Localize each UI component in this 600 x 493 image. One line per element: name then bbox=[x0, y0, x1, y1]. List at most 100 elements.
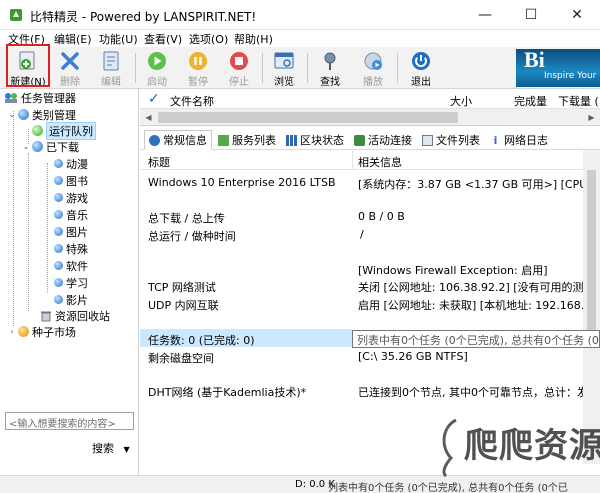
tab-general-info-label: 常规信息 bbox=[163, 134, 207, 147]
tree-guide-line bbox=[28, 153, 29, 311]
tab-block-status-label: 区块状态 bbox=[300, 134, 344, 147]
edit-button[interactable]: 编辑 bbox=[92, 48, 130, 88]
tree-child-item[interactable]: 学习 bbox=[54, 274, 88, 291]
toolbar-separator bbox=[307, 53, 308, 83]
column-size[interactable]: 大小 bbox=[450, 93, 472, 109]
tree-child-label: 特殊 bbox=[66, 242, 88, 256]
info-icon bbox=[149, 134, 160, 146]
edit-document-icon bbox=[103, 51, 119, 71]
power-icon bbox=[412, 52, 430, 70]
start-button[interactable]: 启动 bbox=[138, 48, 176, 88]
collapse-chevron-icon[interactable]: ⌄ bbox=[22, 142, 30, 151]
tab-file-list[interactable]: 文件列表 bbox=[422, 130, 480, 150]
column-completed[interactable]: 完成量 bbox=[514, 93, 547, 109]
menu-view[interactable]: 查看(V) bbox=[144, 31, 182, 47]
column-file-name[interactable]: 文件名称 bbox=[170, 93, 214, 109]
checkmark-icon[interactable]: ✓ bbox=[148, 91, 160, 107]
menu-help[interactable]: 帮助(H) bbox=[234, 31, 273, 47]
tree-market[interactable]: › 种子市场 bbox=[8, 323, 76, 340]
search-input[interactable]: <输入想要搜索的内容> bbox=[5, 412, 134, 430]
info-row-label: TCP 网络测试 bbox=[148, 281, 216, 294]
menu-edit[interactable]: 编辑(E) bbox=[54, 31, 92, 47]
search-button[interactable]: 搜索 ▼ bbox=[92, 440, 130, 456]
play-circle-icon bbox=[148, 52, 166, 70]
tab-block-status[interactable]: 区块状态 bbox=[286, 130, 344, 150]
log-info-icon: i bbox=[493, 133, 498, 147]
expand-chevron-icon[interactable]: › bbox=[8, 327, 16, 336]
info-row-label: 任务数: 0 (已完成: 0) bbox=[148, 334, 255, 347]
maximize-button[interactable]: ☐ bbox=[508, 0, 554, 30]
folder-dot-icon bbox=[54, 278, 63, 287]
pause-button[interactable]: 暂停 bbox=[179, 48, 217, 88]
info-row-value: [C:\ 35.26 GB NTFS] bbox=[358, 350, 468, 363]
service-icon bbox=[218, 134, 229, 146]
vertical-scroll-thumb[interactable] bbox=[587, 170, 596, 330]
tree-child-item[interactable]: 游戏 bbox=[54, 189, 88, 206]
column-downloaded[interactable]: 下载量 ( bbox=[558, 93, 599, 109]
tab-active-connections[interactable]: 活动连接 bbox=[354, 130, 412, 150]
menu-function[interactable]: 功能(U) bbox=[99, 31, 138, 47]
scroll-thumb[interactable] bbox=[158, 112, 458, 123]
tree-queue[interactable]: 运行队列 bbox=[32, 121, 96, 140]
exit-button[interactable]: 退出 bbox=[402, 48, 440, 88]
stop-button-label: 停止 bbox=[229, 77, 249, 88]
browse-window-icon bbox=[274, 52, 294, 69]
info-table-header: 标题 相关信息 bbox=[140, 151, 600, 170]
header-title[interactable]: 标题 bbox=[148, 154, 170, 170]
banner-title: Bi bbox=[524, 49, 545, 72]
stop-button[interactable]: 停止 bbox=[220, 48, 258, 88]
tab-file-list-label: 文件列表 bbox=[436, 134, 480, 147]
info-panel-scrollbar[interactable] bbox=[583, 150, 600, 464]
market-icon bbox=[18, 326, 29, 337]
tab-general-info[interactable]: 常规信息 bbox=[144, 130, 212, 150]
header-related-info[interactable]: 相关信息 bbox=[358, 154, 402, 170]
info-row-value: 关闭 [公网地址: 106.38.92.2] [没有可用的测试服务器 bbox=[358, 281, 600, 294]
tree-child-item[interactable]: 动漫 bbox=[54, 155, 88, 172]
tree-child-item[interactable]: 软件 bbox=[54, 257, 88, 274]
tree-recycle[interactable]: 资源回收站 bbox=[40, 307, 110, 324]
scroll-right-icon[interactable]: ▶ bbox=[583, 109, 600, 126]
close-button[interactable]: ✕ bbox=[554, 0, 600, 30]
folder-dot-icon bbox=[54, 295, 63, 304]
delete-button[interactable]: 删除 bbox=[51, 48, 89, 88]
tree-child-label: 音乐 bbox=[66, 208, 88, 222]
tree-child-item[interactable]: 特殊 bbox=[54, 240, 88, 257]
tree-child-label: 游戏 bbox=[66, 191, 88, 205]
tree-root[interactable]: 任务管理器 bbox=[4, 89, 76, 106]
ad-banner[interactable]: Bi Inspire Your bbox=[516, 49, 600, 87]
browse-button[interactable]: 浏览 bbox=[265, 48, 303, 88]
scroll-left-icon[interactable]: ◀ bbox=[140, 109, 157, 126]
menu-options[interactable]: 选项(O) bbox=[189, 31, 228, 47]
recycle-bin-icon bbox=[41, 311, 51, 321]
tree-child-item[interactable]: 影片 bbox=[54, 291, 88, 308]
title-bar: 比特精灵 - Powered by LANSPIRIT.NET! — ☐ ✕ bbox=[0, 0, 600, 30]
category-icon bbox=[18, 109, 29, 120]
tree-child-label: 影片 bbox=[66, 293, 88, 307]
toolbar-separator bbox=[135, 53, 136, 83]
tab-network-log-label: 网络日志 bbox=[504, 134, 548, 147]
info-row-label: Windows 10 Enterprise 2016 LTSB bbox=[148, 176, 336, 189]
tree-category[interactable]: ⌄ 类别管理 bbox=[8, 106, 76, 123]
folder-dot-icon bbox=[54, 244, 63, 253]
tree-child-item[interactable]: 音乐 bbox=[54, 206, 88, 223]
find-button[interactable]: 查找 bbox=[311, 48, 349, 88]
collapse-chevron-icon[interactable]: ⌄ bbox=[8, 110, 16, 119]
tree-child-label: 图书 bbox=[66, 174, 88, 188]
find-button-label: 查找 bbox=[320, 77, 340, 88]
new-button-highlight bbox=[6, 44, 50, 87]
column-divider[interactable] bbox=[352, 151, 353, 170]
delete-button-label: 删除 bbox=[60, 77, 80, 88]
tree-child-item[interactable]: 图片 bbox=[54, 223, 88, 240]
grid-icon bbox=[286, 134, 297, 146]
tree-market-label: 种子市场 bbox=[32, 325, 76, 339]
play-button[interactable]: 播放 bbox=[354, 48, 392, 88]
info-row-label: UDP 内网互联 bbox=[148, 299, 219, 312]
tab-service-list[interactable]: 服务列表 bbox=[218, 130, 276, 150]
file-list-scrollbar[interactable]: ◀ ▶ bbox=[140, 109, 600, 126]
tab-network-log[interactable]: i 网络日志 bbox=[490, 130, 548, 150]
minimize-button[interactable]: — bbox=[462, 0, 508, 30]
tree-downloaded[interactable]: ⌄ 已下载 bbox=[22, 138, 79, 155]
toolbar-separator bbox=[397, 53, 398, 83]
play-button-label: 播放 bbox=[363, 77, 383, 88]
tree-child-item[interactable]: 图书 bbox=[54, 172, 88, 189]
